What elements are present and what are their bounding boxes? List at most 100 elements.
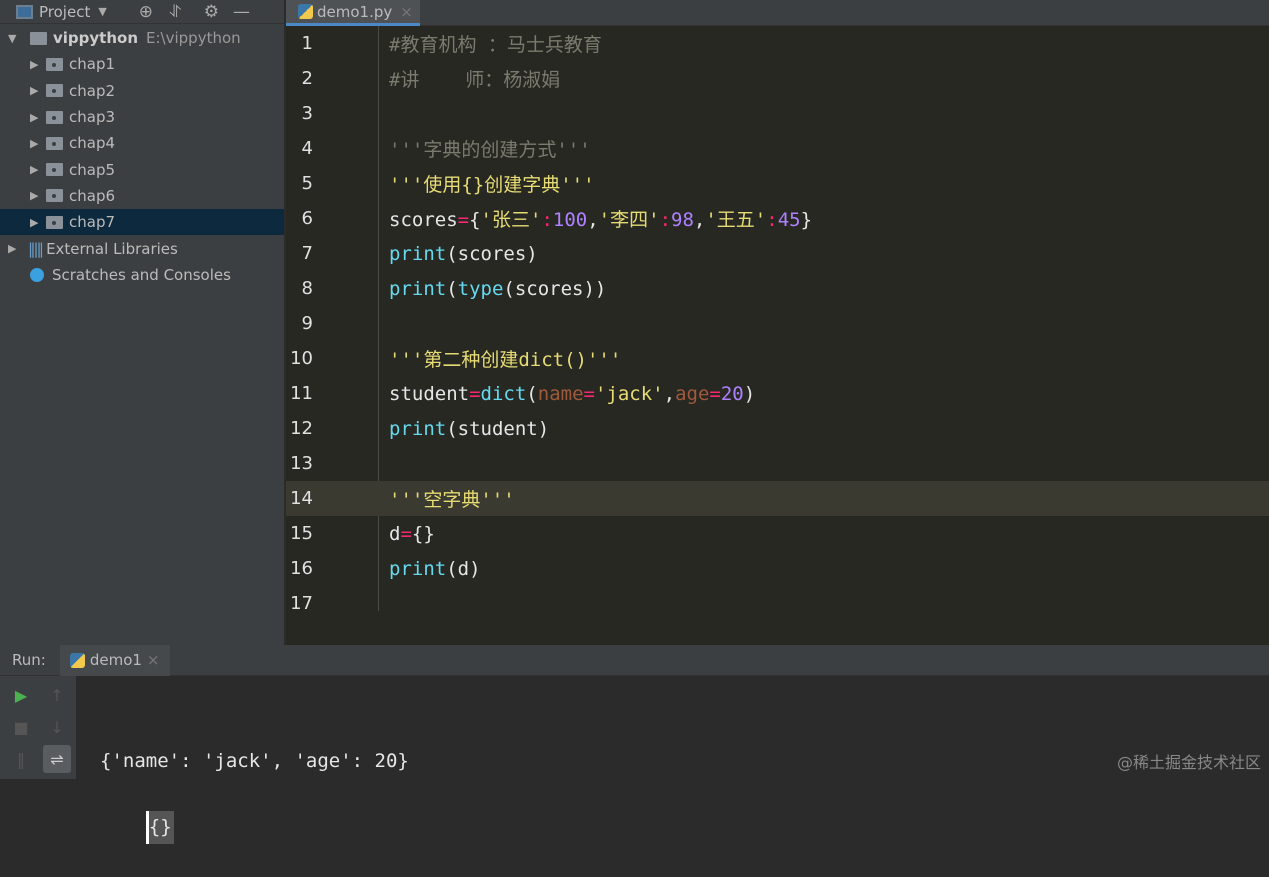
expand-arrow-icon[interactable]: ▶ xyxy=(8,242,20,255)
code-token: 100 xyxy=(552,209,588,231)
expand-arrow-icon[interactable]: ▶ xyxy=(30,84,42,97)
code-line[interactable]: 11 student=dict(name='jack',age=20) xyxy=(286,376,1269,411)
code-line[interactable]: 9 xyxy=(286,306,1269,341)
code-line[interactable]: 13 xyxy=(286,446,1269,481)
code-token: '''第二种创建dict()''' xyxy=(389,349,622,371)
code-token: type xyxy=(457,277,504,300)
code-text: student=dict(name='jack',age=20) xyxy=(389,383,755,405)
tree-folder-chap4[interactable]: ▶ chap4 xyxy=(0,130,284,156)
code-line[interactable]: 6 scores={'张三':100,'李四':98,'王五':45} xyxy=(286,201,1269,236)
code-line[interactable]: 10 '''第二种创建dict()''' xyxy=(286,341,1269,376)
code-text: '''字典的创建方式''' xyxy=(389,135,591,162)
project-panel-header: Project ▼ ⊕ ⥯ ⚙ — xyxy=(0,0,284,24)
soft-wrap-icon[interactable]: ⇌ xyxy=(43,745,71,773)
gear-icon[interactable]: ⚙ xyxy=(204,2,219,22)
tree-label: chap5 xyxy=(69,160,116,179)
console-output[interactable]: {'name': 'jack', 'age': 20} {} xyxy=(100,679,409,877)
code-line[interactable]: 4 '''字典的创建方式''' xyxy=(286,131,1269,166)
code-token: '李四' xyxy=(598,209,660,231)
code-text: print(d) xyxy=(389,558,481,580)
code-text: #讲 师：杨淑娟 xyxy=(389,65,560,92)
tree-label: Scratches and Consoles xyxy=(52,265,231,284)
code-text: print(student) xyxy=(389,418,549,440)
code-text: '''第二种创建dict()''' xyxy=(389,345,621,372)
scratches-icon xyxy=(30,267,44,282)
expand-arrow-icon[interactable]: ▼ xyxy=(8,32,20,45)
tree-label: External Libraries xyxy=(46,239,178,258)
rerun-icon[interactable]: ▶ xyxy=(7,681,35,709)
expand-arrow-icon[interactable]: ▶ xyxy=(30,163,42,176)
tree-label: chap1 xyxy=(69,55,116,74)
code-line[interactable]: 2 #讲 师：杨淑娟 xyxy=(286,61,1269,96)
package-folder-icon xyxy=(46,215,63,229)
line-number: 4 xyxy=(301,138,313,159)
console-line: {} xyxy=(145,811,174,844)
code-line[interactable]: 15 d={} xyxy=(286,516,1269,551)
code-token: '张三' xyxy=(480,209,542,231)
tree-external-libraries[interactable]: ▶ ‖|‖ External Libraries xyxy=(0,235,284,261)
tree-root[interactable]: ▼ vippython E:\vippython xyxy=(0,25,284,51)
collapse-all-icon[interactable]: ⥯ xyxy=(169,2,182,22)
tree-folder-chap3[interactable]: ▶ chap3 xyxy=(0,104,284,130)
code-line[interactable]: 1 #教育机构 ：马士兵教育 xyxy=(286,26,1269,61)
down-arrow-icon[interactable]: ↓ xyxy=(43,713,71,741)
code-token: print xyxy=(389,277,447,300)
code-text: print(type(scores)) xyxy=(389,278,606,300)
code-token: , xyxy=(663,382,676,405)
run-toolbar: ▶ ↑ ■ ↓ ‖ ⇌ xyxy=(0,676,76,779)
run-panel: Run: demo1 × ▶ ↑ ■ ↓ ‖ ⇌ {'name': 'jack'… xyxy=(0,644,1269,844)
expand-arrow-icon[interactable]: ▶ xyxy=(30,58,42,71)
code-token: (d) xyxy=(446,557,481,580)
expand-arrow-icon[interactable]: ▶ xyxy=(30,137,42,150)
expand-arrow-icon[interactable]: ▶ xyxy=(30,189,42,202)
tree-label: chap7 xyxy=(69,213,116,232)
line-number: 2 xyxy=(301,68,313,89)
code-token: ( xyxy=(526,382,538,405)
code-text: d={} xyxy=(389,523,435,545)
tree-folder-chap5[interactable]: ▶ chap5 xyxy=(0,156,284,182)
code-line[interactable]: 14 '''空字典''' xyxy=(286,481,1269,516)
stop-icon[interactable]: ■ xyxy=(7,713,35,741)
tab-demo1-py[interactable]: demo1.py × xyxy=(286,0,420,26)
close-icon[interactable]: × xyxy=(147,651,160,669)
line-number: 6 xyxy=(301,208,313,229)
code-line[interactable]: 8 print(type(scores)) xyxy=(286,271,1269,306)
code-text: '''空字典''' xyxy=(389,485,515,512)
tree-folder-chap7[interactable]: ▶ chap7 xyxy=(0,209,284,236)
expand-arrow-icon[interactable]: ▶ xyxy=(30,111,42,124)
code-token: { xyxy=(469,209,481,231)
tree-folder-chap2[interactable]: ▶ chap2 xyxy=(0,78,284,104)
chevron-down-icon[interactable]: ▼ xyxy=(98,5,106,18)
code-line[interactable]: 17 xyxy=(286,586,1269,621)
package-folder-icon xyxy=(46,163,63,177)
tree-scratches[interactable]: Scratches and Consoles xyxy=(0,262,284,288)
code-token: (scores) xyxy=(446,242,538,265)
run-tab-demo1[interactable]: demo1 × xyxy=(59,644,170,676)
code-line[interactable]: 16 print(d) xyxy=(286,551,1269,586)
expand-arrow-icon[interactable]: ▶ xyxy=(30,216,42,229)
locate-icon[interactable]: ⊕ xyxy=(139,2,153,22)
package-folder-icon xyxy=(46,110,63,124)
code-editor[interactable]: 1 #教育机构 ：马士兵教育 2 #讲 师：杨淑娟 3 4 '''字典的创建方式''' 5 ''… xyxy=(286,26,1269,645)
up-arrow-icon[interactable]: ↑ xyxy=(43,681,71,709)
tree-folder-chap1[interactable]: ▶ chap1 xyxy=(0,51,284,77)
tree-folder-chap6[interactable]: ▶ chap6 xyxy=(0,183,284,209)
line-number: 5 xyxy=(301,173,313,194)
tree-label: chap4 xyxy=(69,134,116,153)
code-line[interactable]: 12 print(student) xyxy=(286,411,1269,446)
line-number: 13 xyxy=(290,453,313,474)
pause-icon[interactable]: ‖ xyxy=(7,745,35,773)
code-line[interactable]: 5 '''使用{}创建字典''' xyxy=(286,166,1269,201)
minimize-icon[interactable]: — xyxy=(233,2,250,22)
close-icon[interactable]: × xyxy=(400,3,413,21)
line-number: 3 xyxy=(301,103,313,124)
project-view-selector[interactable]: Project xyxy=(39,3,90,21)
tree-label: chap6 xyxy=(69,186,116,205)
code-token: dict xyxy=(480,382,527,405)
code-line[interactable]: 3 xyxy=(286,96,1269,131)
code-token: (student) xyxy=(446,417,550,440)
code-token: : xyxy=(766,209,778,231)
libraries-icon: ‖|‖ xyxy=(28,239,44,258)
code-token: 20 xyxy=(720,382,744,405)
code-line[interactable]: 7 print(scores) xyxy=(286,236,1269,271)
